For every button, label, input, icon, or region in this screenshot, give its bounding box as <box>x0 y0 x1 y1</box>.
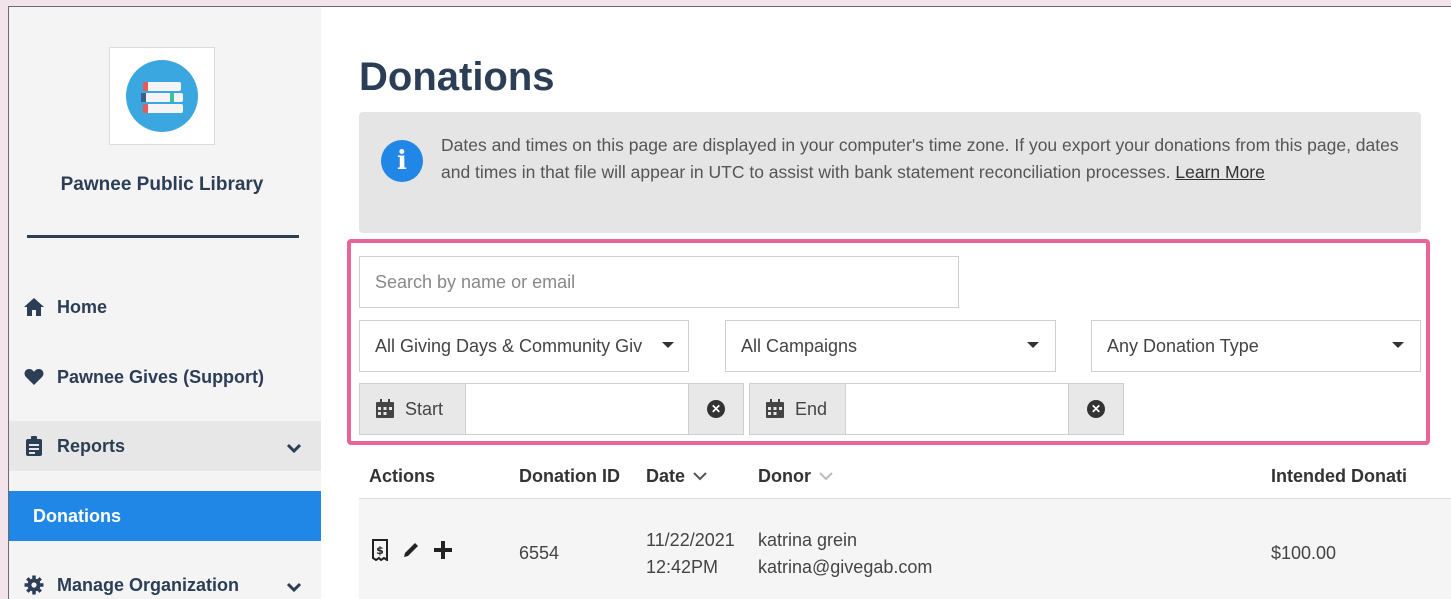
sidebar-item-label: Donations <box>33 505 121 526</box>
donation-date: 11/22/2021 12:42PM <box>646 530 735 577</box>
intended-donation-amount: $100.00 <box>1271 543 1337 563</box>
org-logo <box>109 47 215 145</box>
app-frame: Pawnee Public Library Home Pawnee Gives … <box>8 6 1451 599</box>
main-content: Donations i Dates and times on this page… <box>347 7 1451 599</box>
svg-text:$: $ <box>376 544 384 557</box>
donation-id[interactable]: 6554 <box>519 543 559 564</box>
home-icon <box>21 297 47 317</box>
learn-more-link[interactable]: Learn More <box>1175 162 1265 182</box>
clear-end-date-button[interactable]: ✕ <box>1068 384 1123 434</box>
gear-icon <box>21 575 47 595</box>
start-date-label: Start <box>360 384 466 434</box>
info-icon: i <box>381 140 423 182</box>
sidebar-item-reports[interactable]: Reports <box>9 421 321 471</box>
row-actions: $ <box>371 539 453 561</box>
donor-name: katrina grein <box>758 530 858 550</box>
column-header-donor[interactable]: Donor <box>758 455 833 497</box>
clear-icon: ✕ <box>1087 400 1105 418</box>
sidebar-item-label: Home <box>57 296 108 317</box>
end-date-input[interactable] <box>846 384 1068 434</box>
donor-email: katrina@givegab.com <box>758 557 933 577</box>
books-logo-icon <box>126 60 198 132</box>
calendar-icon <box>766 399 784 418</box>
caret-down-icon <box>1392 342 1404 348</box>
sidebar-divider <box>27 235 299 238</box>
end-date-picker[interactable]: End ✕ <box>749 383 1124 435</box>
sidebar: Pawnee Public Library Home Pawnee Gives … <box>9 7 321 599</box>
search-input[interactable]: Search by name or email <box>359 256 959 308</box>
giving-days-select[interactable]: All Giving Days & Community Giv <box>359 320 689 372</box>
sidebar-item-home[interactable]: Home <box>9 282 321 332</box>
sidebar-item-donations[interactable]: Donations <box>9 491 321 541</box>
sidebar-item-label: Pawnee Gives (Support) <box>57 366 265 387</box>
notice-text: Dates and times on this page are display… <box>441 135 1399 182</box>
clear-start-date-button[interactable]: ✕ <box>688 384 743 434</box>
table-row: $ 6554 11/22/2021 12:42PM katrina grein … <box>359 499 1451 599</box>
pencil-edit-icon[interactable] <box>401 540 421 560</box>
sidebar-item-label: Manage Organization <box>57 574 240 595</box>
start-date-picker[interactable]: Start ✕ <box>359 383 744 435</box>
donor-info: katrina grein katrina@givegab.com <box>758 527 932 581</box>
timezone-notice: i Dates and times on this page are displ… <box>359 112 1421 233</box>
receipt-icon[interactable]: $ <box>371 539 389 561</box>
sort-chevron-icon <box>693 472 707 481</box>
column-header-donation-id[interactable]: Donation ID <box>519 455 620 497</box>
column-header-intended-donation[interactable]: Intended Donati <box>1271 455 1431 497</box>
campaigns-select[interactable]: All Campaigns <box>725 320 1056 372</box>
clipboard-icon <box>21 436 47 456</box>
caret-down-icon <box>662 342 674 348</box>
page-title: Donations <box>359 55 555 99</box>
sidebar-item-support[interactable]: Pawnee Gives (Support) <box>9 352 321 402</box>
sidebar-item-label: Reports <box>57 435 126 456</box>
sidebar-item-manage-organization[interactable]: Manage Organization <box>9 560 321 599</box>
start-date-input[interactable] <box>466 384 688 434</box>
column-header-actions: Actions <box>369 465 436 486</box>
org-name: Pawnee Public Library <box>60 174 264 195</box>
caret-down-icon <box>1027 342 1039 348</box>
plus-icon[interactable] <box>433 540 453 560</box>
column-header-date[interactable]: Date <box>646 455 707 497</box>
donation-type-select[interactable]: Any Donation Type <box>1091 320 1421 372</box>
calendar-icon <box>376 399 394 418</box>
heart-icon <box>21 367 47 387</box>
chevron-down-icon <box>286 576 302 597</box>
clear-icon: ✕ <box>707 400 725 418</box>
chevron-down-icon <box>286 437 302 458</box>
end-date-label: End <box>750 384 846 434</box>
sort-chevron-icon <box>819 472 833 481</box>
